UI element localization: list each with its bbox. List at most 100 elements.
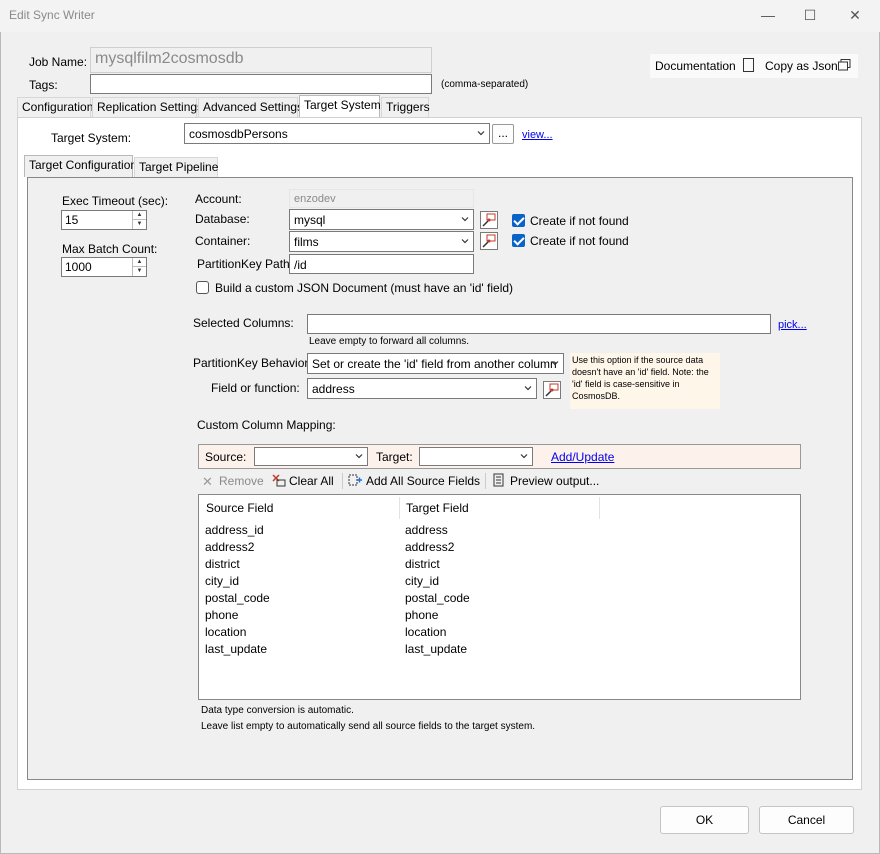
target-browse-button[interactable]: ... — [492, 124, 514, 144]
target-select[interactable] — [419, 447, 533, 466]
mapping-footnote-1: Data type conversion is automatic. — [201, 705, 354, 716]
main-tabs: Configuration Replication Settings Advan… — [17, 95, 862, 117]
spin-up-icon[interactable]: ▲ — [132, 258, 146, 267]
source-select[interactable] — [254, 447, 368, 466]
tab-target-system[interactable]: Target System — [299, 95, 381, 117]
tab-replication-settings[interactable]: Replication Settings — [92, 97, 203, 117]
sub-tabs: Target Configuration Target Pipeline — [24, 155, 854, 177]
toolbar-divider — [485, 473, 486, 489]
target-field-column-header[interactable]: Target Field — [406, 501, 469, 515]
chevron-down-icon — [355, 454, 363, 459]
job-name-input[interactable]: mysqlfilm2cosmosdb — [90, 47, 432, 73]
copy-json-label[interactable]: Copy as Json — [765, 59, 838, 73]
exec-timeout-value: 15 — [65, 213, 79, 227]
source-field-cell: location — [205, 625, 247, 639]
spin-down-icon[interactable]: ▼ — [132, 267, 146, 276]
container-select[interactable]: films — [289, 231, 474, 252]
selected-columns-hint: Leave empty to forward all columns. — [309, 336, 470, 347]
documentation-icon[interactable] — [743, 58, 754, 72]
pick-columns-link[interactable]: pick... — [778, 319, 807, 331]
custom-mapping-label: Custom Column Mapping: — [197, 418, 336, 432]
copy-icon[interactable] — [838, 59, 851, 71]
tags-label: Tags: — [29, 78, 58, 92]
tab-configuration[interactable]: Configuration — [17, 97, 93, 117]
add-all-source-fields-button[interactable]: Add All Source Fields — [366, 474, 480, 488]
account-input: enzodev — [289, 189, 474, 208]
chevron-down-icon — [477, 131, 485, 136]
partition-key-path-input[interactable]: /id — [289, 254, 474, 274]
chevron-down-icon — [461, 239, 469, 244]
spin-down-icon[interactable]: ▼ — [132, 220, 146, 229]
clear-all-icon — [271, 472, 287, 488]
maximize-icon[interactable]: ☐ — [798, 4, 822, 28]
container-value: films — [294, 235, 319, 249]
documentation-label[interactable]: Documentation — [655, 59, 736, 73]
mapping-footnote-2: Leave list empty to automatically send a… — [201, 721, 536, 732]
target-system-value: cosmosdbPersons — [189, 127, 288, 141]
container-label: Container: — [195, 234, 251, 248]
target-field-cell: city_id — [405, 574, 440, 588]
chevron-down-icon — [551, 361, 559, 366]
mapping-list[interactable] — [198, 494, 801, 700]
database-select[interactable]: mysql — [289, 209, 474, 230]
target-view-link[interactable]: view... — [522, 129, 553, 141]
create-container-checkbox[interactable] — [512, 234, 525, 247]
pk-behavior-note: Use this option if the source data doesn… — [570, 353, 720, 409]
source-field-cell: postal_code — [205, 591, 270, 605]
source-field-column-header[interactable]: Source Field — [206, 501, 273, 515]
target-field-cell: address2 — [405, 540, 455, 554]
title-bar: Edit Sync Writer — ☐ ✕ — [0, 0, 880, 32]
target-label: Target: — [376, 450, 413, 464]
target-field-cell: location — [405, 625, 447, 639]
target-field-cell: address — [405, 523, 448, 537]
selected-columns-label: Selected Columns: — [193, 316, 294, 330]
custom-json-checkbox[interactable] — [196, 281, 209, 294]
spin-up-icon[interactable]: ▲ — [132, 211, 146, 220]
chevron-down-icon — [461, 217, 469, 222]
source-field-cell: address_id — [205, 523, 264, 537]
exec-timeout-stepper[interactable]: 15 ▲ ▼ — [61, 210, 147, 230]
cancel-button[interactable]: Cancel — [759, 806, 854, 834]
preview-output-button[interactable]: Preview output... — [510, 474, 599, 488]
container-browse-icon[interactable] — [480, 232, 498, 250]
database-browse-icon[interactable] — [480, 211, 498, 229]
database-value: mysql — [294, 213, 326, 227]
remove-icon: ✕ — [202, 474, 213, 489]
chevron-down-icon — [520, 454, 528, 459]
job-name-label: Job Name: — [29, 55, 88, 69]
remove-button[interactable]: Remove — [219, 474, 264, 488]
tab-target-pipeline[interactable]: Target Pipeline — [134, 157, 218, 177]
source-field-cell: phone — [205, 608, 239, 622]
max-batch-stepper[interactable]: 1000 ▲ ▼ — [61, 257, 147, 277]
create-container-label: Create if not found — [530, 234, 629, 248]
column-divider — [599, 497, 600, 519]
add-all-icon — [348, 472, 364, 488]
create-database-checkbox[interactable] — [512, 214, 525, 227]
toolbar-divider — [342, 473, 343, 489]
pk-behavior-select[interactable]: Set or create the 'id' field from anothe… — [307, 353, 564, 374]
close-icon[interactable]: ✕ — [843, 4, 867, 28]
source-label: Source: — [205, 450, 247, 464]
minimize-icon[interactable]: — — [756, 4, 780, 28]
target-field-cell: district — [405, 557, 440, 571]
tab-target-configuration[interactable]: Target Configuration — [24, 155, 137, 177]
target-system-select[interactable]: cosmosdbPersons — [184, 123, 490, 144]
column-divider — [399, 497, 400, 519]
add-update-link[interactable]: Add/Update — [551, 450, 614, 464]
selected-columns-input[interactable] — [307, 314, 771, 334]
partition-key-path-label: PartitionKey Path: — [197, 257, 294, 271]
field-function-browse-icon[interactable] — [543, 381, 561, 399]
max-batch-value: 1000 — [65, 260, 92, 274]
tab-triggers[interactable]: Triggers — [381, 97, 430, 117]
target-field-cell: phone — [405, 608, 439, 622]
target-field-cell: last_update — [405, 642, 468, 656]
field-function-select[interactable]: address — [307, 378, 537, 399]
target-system-label: Target System: — [51, 131, 132, 145]
pk-behavior-label: PartitionKey Behavior: — [193, 356, 312, 370]
max-batch-label: Max Batch Count: — [62, 242, 158, 256]
ok-button[interactable]: OK — [660, 806, 749, 834]
tags-input[interactable] — [90, 74, 432, 94]
clear-all-button[interactable]: Clear All — [289, 474, 334, 488]
tab-advanced-settings[interactable]: Advanced Settings — [198, 97, 303, 117]
preview-icon — [492, 473, 506, 488]
